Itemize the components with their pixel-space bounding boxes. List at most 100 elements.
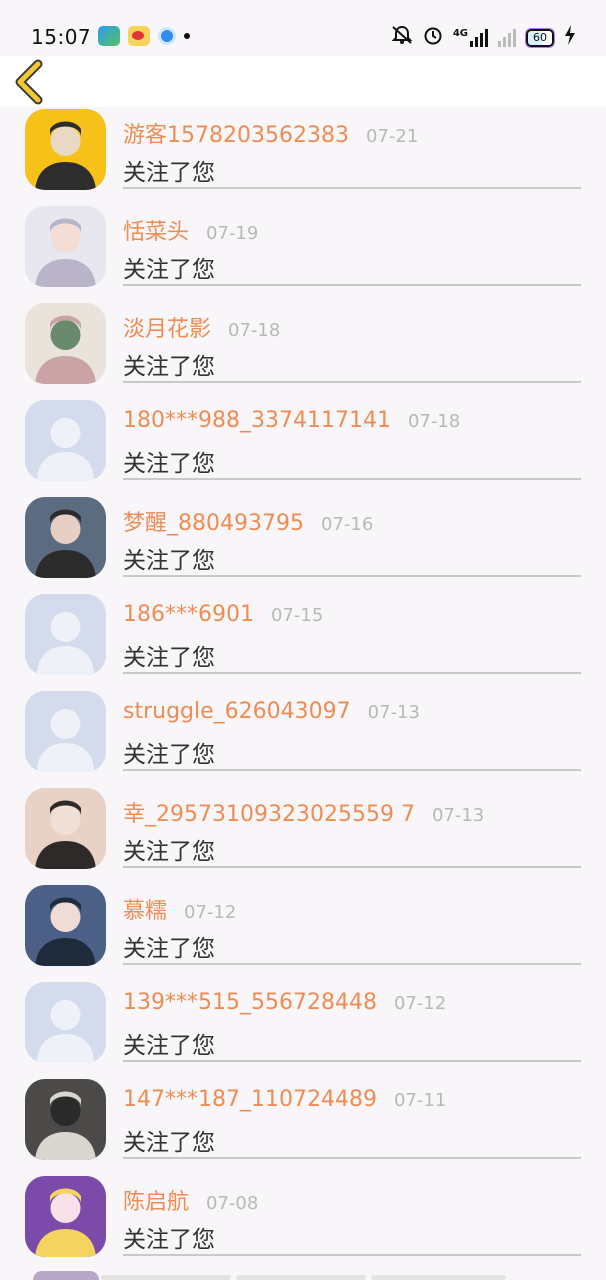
user-photo (25, 109, 106, 190)
avatar[interactable] (25, 400, 106, 481)
user-name-text[interactable]: 梦醒_880493795 (123, 511, 304, 536)
follow-date: 07-21 (365, 126, 419, 147)
user-name[interactable]: 恬菜头 07-19 (123, 214, 258, 246)
user-name-text[interactable]: 139***515_556728448 (123, 990, 377, 1015)
divider (123, 187, 581, 189)
list-item[interactable]: 139***515_556728448 07-12 关注了您 (0, 980, 606, 1077)
user-name-text[interactable]: 147***187_110724489 (123, 1087, 377, 1112)
avatar[interactable] (25, 206, 106, 287)
status-bar: 15:07 4G 60 (0, 0, 606, 56)
avatar[interactable] (25, 594, 106, 675)
avatar[interactable] (25, 885, 106, 966)
notification-message: 关注了您 (123, 645, 215, 671)
divider (123, 575, 581, 577)
user-name-text[interactable]: 淡月花影 (123, 317, 211, 342)
user-name[interactable]: 慕糯 07-12 (123, 893, 236, 925)
divider (123, 866, 581, 868)
signal-icon (470, 28, 488, 47)
more-notifications-icon (184, 33, 190, 39)
divider (123, 963, 581, 965)
list-item[interactable]: 幸_29573109323025559 7 07-13 关注了您 (0, 786, 606, 883)
default-avatar-icon (25, 400, 106, 481)
user-name[interactable]: struggle_626043097 07-13 (123, 699, 420, 724)
follow-date: 07-12 (184, 902, 237, 923)
user-name-text[interactable]: 恬菜头 (123, 220, 189, 245)
user-name[interactable]: 186***6901 07-15 (123, 602, 323, 627)
divider (123, 1060, 581, 1062)
divider (123, 284, 581, 286)
user-name[interactable]: 139***515_556728448 07-12 (123, 990, 446, 1015)
avatar[interactable] (25, 109, 106, 190)
avatar[interactable] (25, 982, 106, 1063)
notification-icons (98, 26, 190, 46)
notification-message: 关注了您 (123, 1130, 215, 1156)
avatar[interactable] (25, 788, 106, 869)
list-item[interactable]: 恬菜头 07-19 关注了您 (0, 204, 606, 301)
partial-text (236, 1275, 366, 1280)
notification-message: 关注了您 (123, 936, 215, 962)
alarm-icon (423, 25, 443, 50)
list-item[interactable]: struggle_626043097 07-13 关注了您 (0, 689, 606, 786)
battery-icon: 60 (525, 27, 555, 48)
notification-message: 关注了您 (123, 1227, 215, 1253)
avatar[interactable] (25, 497, 106, 578)
divider (123, 1254, 581, 1256)
list-item[interactable]: 180***988_3374117141 07-18 关注了您 (0, 398, 606, 495)
chevron-left-icon (15, 59, 43, 105)
user-name-text[interactable]: 陈启航 (123, 1190, 189, 1215)
avatar[interactable] (25, 691, 106, 772)
list-item[interactable]: 147***187_110724489 07-11 关注了您 (0, 1077, 606, 1174)
user-photo (25, 497, 106, 578)
avatar[interactable] (25, 1079, 106, 1160)
user-name-text[interactable]: 游客1578203562383 (123, 123, 349, 148)
list-item[interactable]: 186***6901 07-15 关注了您 (0, 592, 606, 689)
user-name[interactable]: 陈启航 07-08 (123, 1184, 258, 1216)
follow-date: 07-13 (367, 702, 420, 723)
user-name-text[interactable]: 186***6901 (123, 602, 254, 627)
user-photo (25, 1176, 106, 1257)
user-name[interactable]: 梦醒_880493795 07-16 (123, 505, 373, 537)
default-avatar-icon (25, 594, 106, 675)
notification-message: 关注了您 (123, 451, 215, 477)
user-name[interactable]: 淡月花影 07-18 (123, 311, 280, 343)
list-item[interactable]: 慕糯 07-12 关注了您 (0, 883, 606, 980)
user-name-text[interactable]: 180***988_3374117141 (123, 408, 391, 433)
partial-list-item (0, 1271, 606, 1280)
avatar (33, 1271, 99, 1280)
list-item[interactable]: 淡月花影 07-18 关注了您 (0, 301, 606, 398)
notification-message: 关注了您 (123, 160, 215, 186)
back-button[interactable] (10, 58, 56, 106)
user-name[interactable]: 游客1578203562383 07-21 (123, 117, 418, 149)
avatar[interactable] (25, 303, 106, 384)
user-name-text[interactable]: 幸_29573109323025559 7 (123, 802, 415, 827)
user-name[interactable]: 180***988_3374117141 07-18 (123, 408, 460, 433)
status-time: 15:07 (31, 25, 92, 49)
user-name-text[interactable]: 慕糯 (123, 899, 167, 924)
notification-message: 关注了您 (123, 1033, 215, 1059)
partial-text (101, 1275, 231, 1280)
notification-message: 关注了您 (123, 257, 215, 283)
follow-date: 07-11 (393, 1090, 447, 1111)
notification-message: 关注了您 (123, 742, 215, 768)
user-name[interactable]: 147***187_110724489 07-11 (123, 1087, 446, 1112)
list-item[interactable]: 陈启航 07-08 关注了您 (0, 1174, 606, 1271)
partial-text (371, 1275, 506, 1280)
user-name[interactable]: 幸_29573109323025559 7 07-13 (123, 796, 484, 828)
notification-message: 关注了您 (123, 548, 215, 574)
notification-message: 关注了您 (123, 354, 215, 380)
user-photo (25, 206, 106, 287)
avatar[interactable] (25, 1176, 106, 1257)
default-avatar-icon (25, 691, 106, 772)
notification-list: 游客1578203562383 07-21 关注了您 恬菜头 07-19 关注了您 淡月花影… (0, 107, 606, 1271)
follow-date: 07-12 (393, 993, 447, 1014)
user-photo (25, 303, 106, 384)
user-name-text[interactable]: struggle_626043097 (123, 699, 351, 724)
charging-icon (564, 25, 576, 50)
list-item[interactable]: 游客1578203562383 07-21 关注了您 (0, 107, 606, 204)
user-photo (25, 1079, 106, 1160)
divider (123, 381, 581, 383)
follow-date: 07-15 (270, 605, 324, 626)
divider (123, 672, 581, 674)
divider (123, 769, 581, 771)
list-item[interactable]: 梦醒_880493795 07-16 关注了您 (0, 495, 606, 592)
